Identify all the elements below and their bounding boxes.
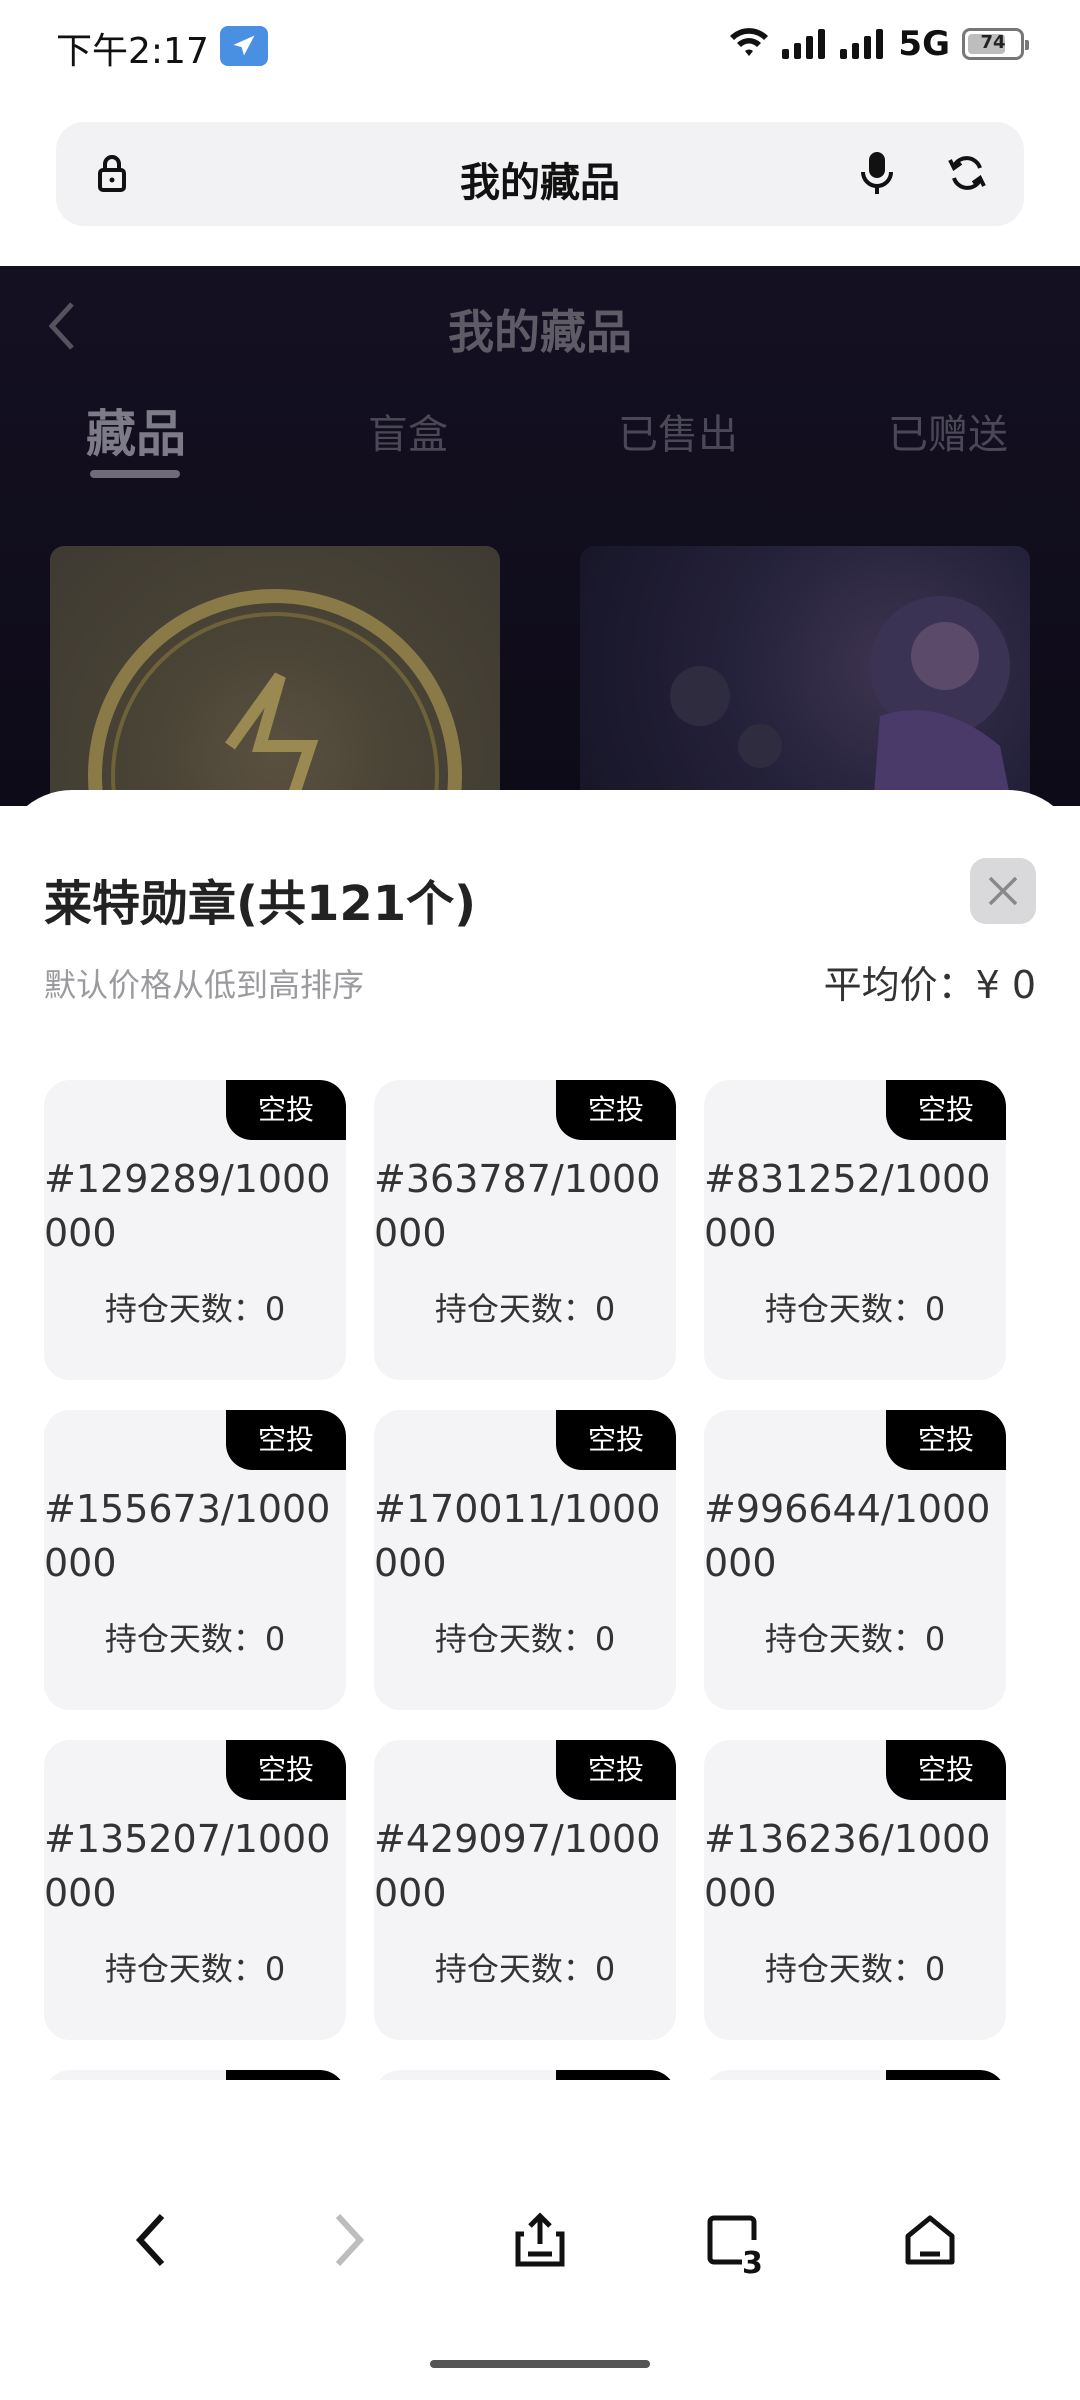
tabs-count: 3 [742,2246,763,2281]
close-icon [988,876,1018,906]
forward-button[interactable] [310,2210,390,2290]
reload-icon[interactable] [946,152,988,194]
holding-days: 持仓天数：0 [434,1290,616,1328]
status-bar: 下午2:17 5G 74 [0,0,1080,96]
item-serial: #831252/1000000 [704,1157,991,1255]
airdrop-badge: 空投 [226,1080,346,1140]
tab-collections[interactable]: 藏品 [86,394,186,466]
holding-days: 持仓天数：0 [764,1620,946,1658]
tabs-button[interactable]: 3 [696,2210,776,2290]
share-icon [515,2212,565,2267]
holding-days: 持仓天数：0 [764,1950,946,1988]
item-card-partial[interactable] [374,2070,676,2080]
home-button[interactable] [890,2210,970,2290]
airdrop-badge: 空投 [556,1410,676,1470]
holding-days: 持仓天数：0 [434,1950,616,1988]
status-time: 下午2:17 [56,31,209,72]
microphone-icon[interactable] [860,150,894,196]
item-card[interactable]: 空投 #996644/1000000 持仓天数：0 [704,1410,1006,1710]
holding-days: 持仓天数：0 [104,1290,286,1328]
item-serial: #170011/1000000 [374,1487,661,1585]
item-card[interactable]: 空投 #135207/1000000 持仓天数：0 [44,1740,346,2040]
item-card[interactable]: 空投 #129289/1000000 持仓天数：0 [44,1080,346,1380]
battery-tip [1025,40,1029,50]
home-icon [905,2215,955,2265]
item-card[interactable]: 空投 #170011/1000000 持仓天数：0 [374,1410,676,1710]
airdrop-badge: 空投 [556,1080,676,1140]
background-page: 我的藏品 藏品 盲盒 已售出 已赠送 [0,266,1080,846]
holding-days: 持仓天数：0 [434,1620,616,1658]
airdrop-badge: 空投 [886,1740,1006,1800]
item-card[interactable]: 空投 #831252/1000000 持仓天数：0 [704,1080,1006,1380]
collection-detail-sheet: 莱特勋章(共121个) 默认价格从低到高排序 平均价：¥ 0 空投 #12928… [0,790,1080,2080]
airdrop-badge: 空投 [886,1080,1006,1140]
item-serial: #429097/1000000 [374,1817,661,1915]
page-title: 我的藏品 [448,305,632,359]
active-tab-indicator [90,470,180,478]
tab-blind-box[interactable]: 盲盒 [368,402,448,460]
airdrop-badge: 空投 [226,1740,346,1800]
browser-toolbar: 3 [0,2080,1080,2400]
forward-icon [335,2213,365,2267]
airdrop-badge [886,2070,1006,2080]
tab-gifted[interactable]: 已赠送 [888,402,1008,460]
sort-note: 默认价格从低到高排序 [44,966,365,1004]
item-card[interactable]: 空投 #363787/1000000 持仓天数：0 [374,1080,676,1380]
back-icon [135,2213,165,2267]
battery-level: 74 [980,32,1006,53]
item-serial: #135207/1000000 [44,1817,331,1915]
share-button[interactable] [500,2210,580,2290]
wifi-icon [730,28,769,56]
item-card[interactable]: 空投 #429097/1000000 持仓天数：0 [374,1740,676,2040]
item-serial: #129289/1000000 [44,1157,331,1255]
average-price: 平均价：¥ 0 [823,963,1036,1007]
item-serial: #136236/1000000 [704,1817,991,1915]
tab-sold[interactable]: 已售出 [618,402,738,460]
status-indicators: 5G 74 [728,24,1029,64]
airdrop-badge [226,2070,346,2080]
airdrop-badge: 空投 [226,1410,346,1470]
airdrop-badge [556,2070,676,2080]
holding-days: 持仓天数：0 [104,1620,286,1658]
battery-icon: 74 [962,28,1029,60]
signal-icon-2 [840,29,884,59]
signal-icon [782,29,826,59]
item-serial: #155673/1000000 [44,1487,331,1585]
airdrop-badge: 空投 [886,1410,1006,1470]
location-icon [220,26,268,66]
back-button[interactable] [110,2210,190,2290]
item-card-partial[interactable] [704,2070,1006,2080]
holding-days: 持仓天数：0 [104,1950,286,1988]
item-card[interactable]: 空投 #136236/1000000 持仓天数：0 [704,1740,1006,2040]
item-card[interactable]: 空投 #155673/1000000 持仓天数：0 [44,1410,346,1710]
network-type: 5G [898,24,950,64]
close-button[interactable] [970,858,1036,924]
item-serial: #996644/1000000 [704,1487,991,1585]
home-indicator[interactable] [430,2360,650,2368]
holding-days: 持仓天数：0 [764,1290,946,1328]
item-card-partial[interactable] [44,2070,346,2080]
item-serial: #363787/1000000 [374,1157,661,1255]
airdrop-badge: 空投 [556,1740,676,1800]
sheet-title: 莱特勋章(共121个) [44,876,477,932]
address-bar[interactable]: 我的藏品 [56,122,1024,226]
